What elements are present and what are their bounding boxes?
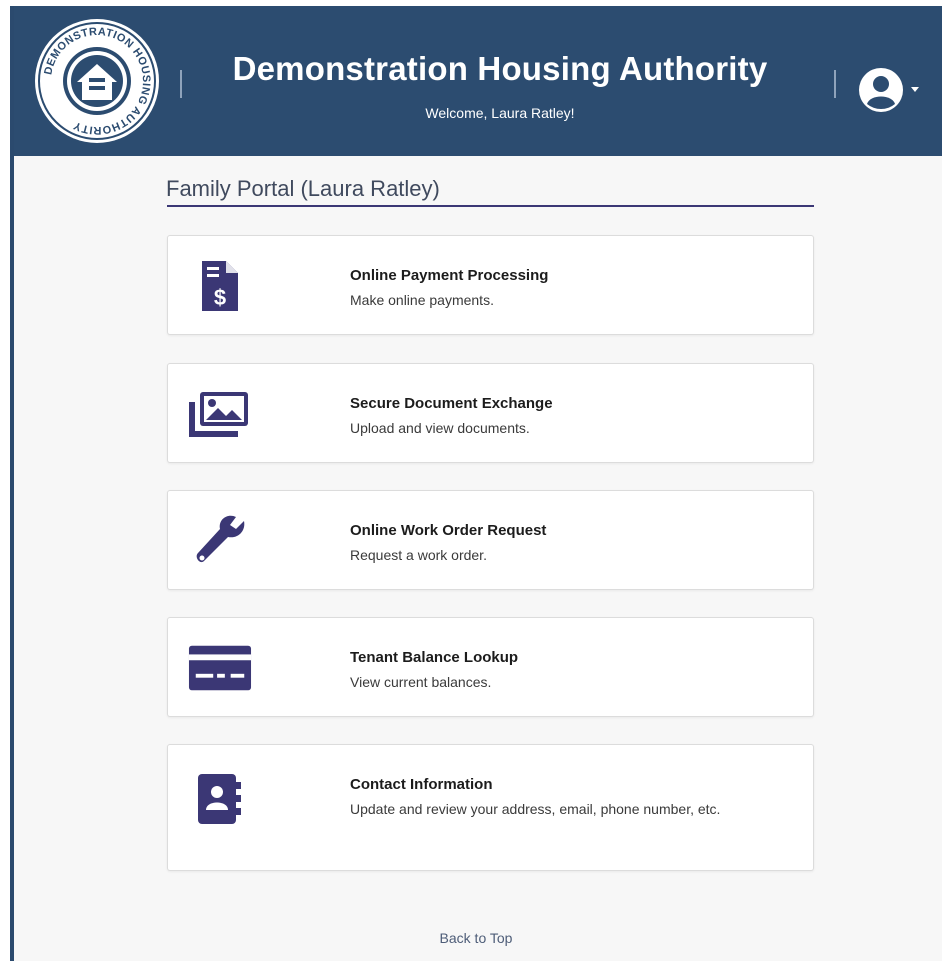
- service-card-online-payment[interactable]: $ Online Payment Processing Make online …: [167, 235, 814, 335]
- service-card-contact-information[interactable]: Contact Information Update and review yo…: [167, 744, 814, 871]
- address-book-icon: [188, 771, 252, 827]
- service-title: Contact Information: [350, 776, 493, 793]
- window-border: [10, 6, 14, 961]
- chevron-down-icon: [911, 87, 919, 92]
- site-title: Demonstration Housing Authority: [232, 50, 768, 87]
- service-description: Upload and view documents.: [350, 420, 530, 436]
- header-divider-right: [834, 70, 836, 98]
- service-card-tenant-balance[interactable]: Tenant Balance Lookup View current balan…: [167, 617, 814, 717]
- site-header: DEMONSTRATION HOUSING AUTHORITY Demonstr…: [10, 6, 942, 156]
- svg-text:$: $: [214, 285, 226, 310]
- user-circle-icon: [859, 68, 903, 112]
- service-title: Online Payment Processing: [350, 267, 549, 284]
- invoice-dollar-icon: $: [188, 258, 252, 314]
- service-card-document-exchange[interactable]: Secure Document Exchange Upload and view…: [167, 363, 814, 463]
- service-title: Tenant Balance Lookup: [350, 649, 519, 666]
- page-title: Family Portal (Laura Ratley): [166, 176, 440, 201]
- app-window: DEMONSTRATION HOUSING AUTHORITY Demonstr…: [10, 6, 942, 961]
- service-card-work-order[interactable]: Online Work Order Request Request a work…: [167, 490, 814, 590]
- back-to-top-link[interactable]: Back to Top: [10, 930, 942, 946]
- welcome-message: Welcome, Laura Ratley!: [425, 105, 575, 121]
- service-title: Secure Document Exchange: [350, 395, 553, 412]
- wrench-icon: [188, 513, 252, 569]
- images-icon: [188, 386, 252, 442]
- title-underline: [167, 205, 814, 207]
- user-menu-button[interactable]: [858, 62, 928, 118]
- service-description: View current balances.: [350, 674, 492, 690]
- service-title: Online Work Order Request: [350, 522, 547, 539]
- housing-authority-logo[interactable]: DEMONSTRATION HOUSING AUTHORITY: [32, 16, 162, 146]
- service-description: Update and review your address, email, p…: [350, 801, 721, 817]
- service-description: Make online payments.: [350, 292, 494, 308]
- credit-card-icon: [188, 640, 252, 696]
- service-description: Request a work order.: [350, 547, 487, 563]
